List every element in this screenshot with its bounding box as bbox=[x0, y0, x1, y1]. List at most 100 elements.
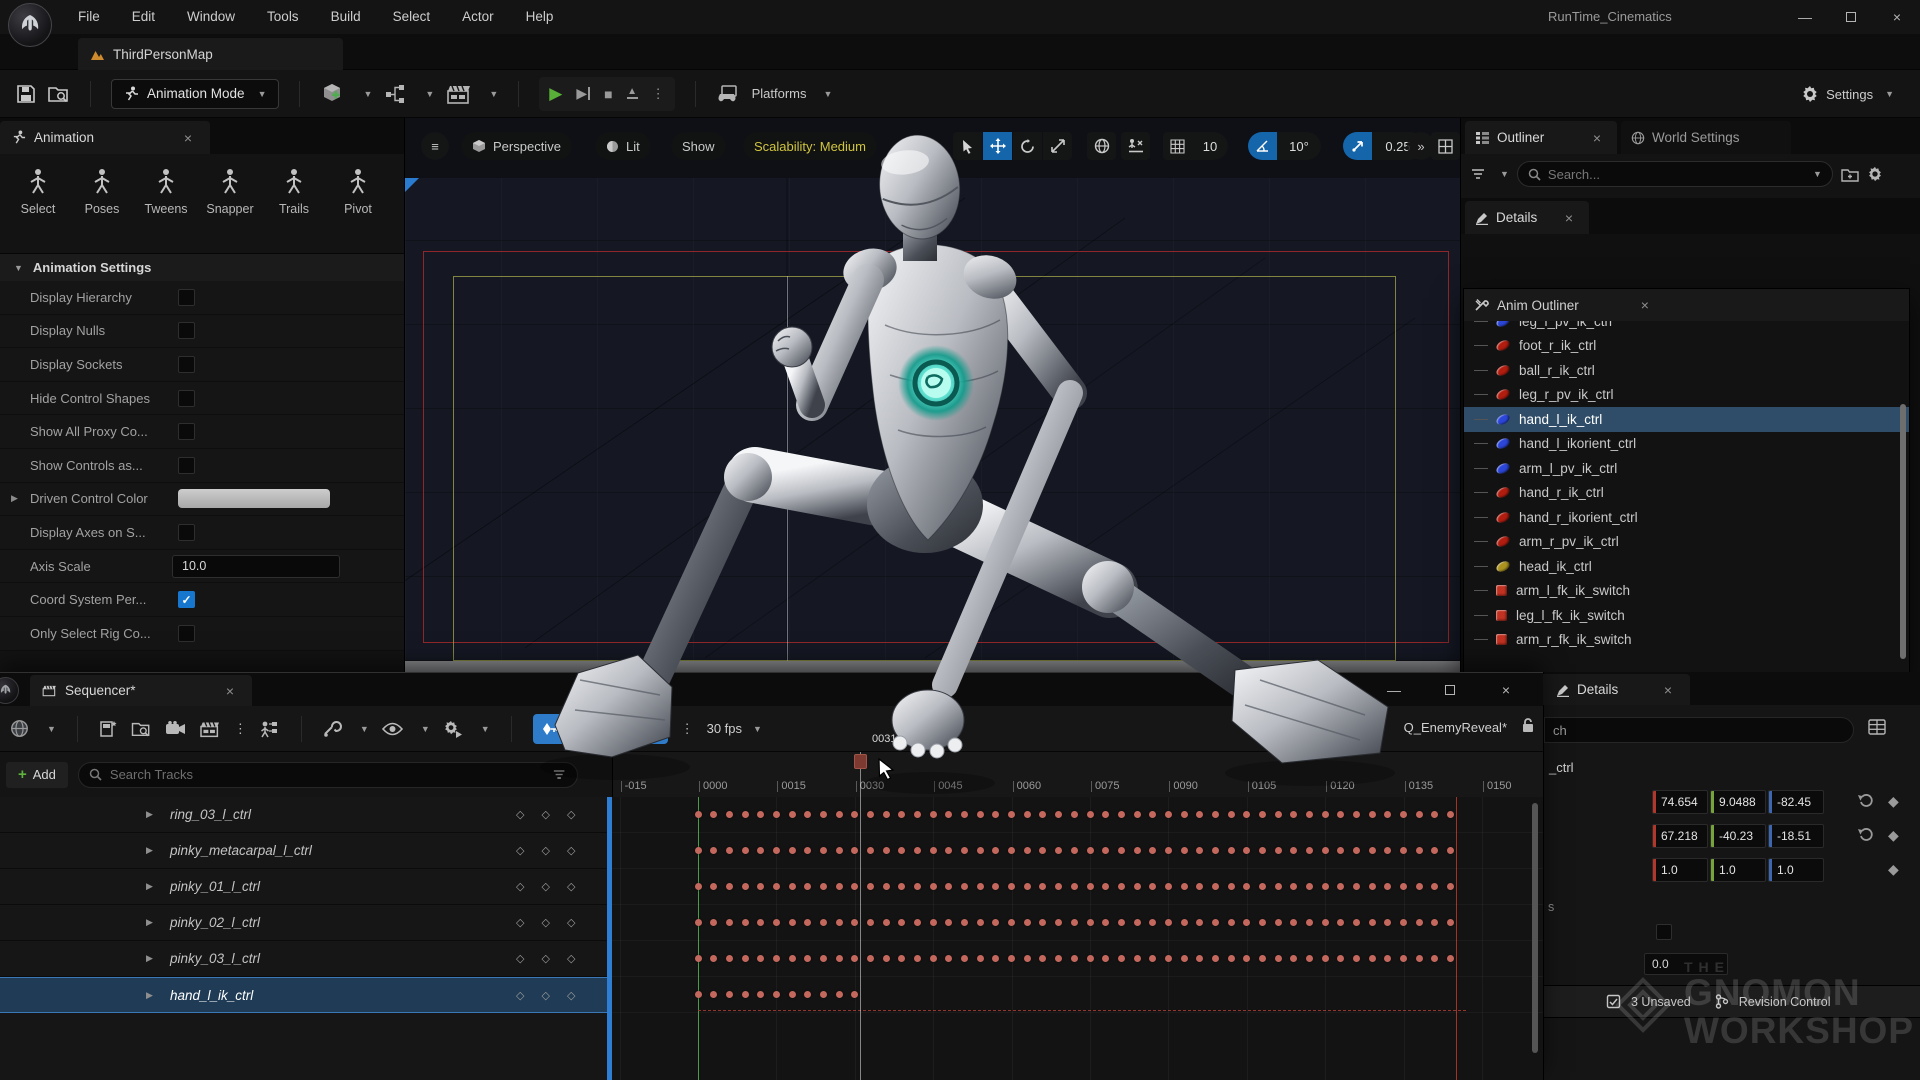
keyframe-dot[interactable] bbox=[883, 955, 890, 962]
anim-outliner-header[interactable]: Anim Outliner × bbox=[1464, 289, 1909, 321]
timeline-ruler[interactable]: -015000000150030004500600075009001050120… bbox=[612, 752, 1543, 797]
keyframe-dot[interactable] bbox=[1228, 847, 1235, 854]
setting-checkbox[interactable]: ✓ bbox=[178, 289, 195, 306]
keyframe-dot[interactable] bbox=[1322, 919, 1329, 926]
keyframe-dot[interactable] bbox=[1275, 919, 1282, 926]
keyframe-dot[interactable] bbox=[1228, 919, 1235, 926]
keyframe-dot[interactable] bbox=[742, 991, 749, 998]
control-row[interactable]: foot_r_ik_ctrl bbox=[1464, 334, 1909, 359]
keyframe-dot[interactable] bbox=[1337, 847, 1344, 854]
expander-icon[interactable]: ▶ bbox=[146, 917, 153, 928]
keyframe-dot[interactable] bbox=[773, 955, 780, 962]
keyframe-dot[interactable] bbox=[1071, 955, 1078, 962]
prev-key-icon[interactable]: ◇ bbox=[516, 844, 524, 857]
add-actor-icon[interactable] bbox=[320, 82, 346, 106]
keyframe-dot[interactable] bbox=[742, 847, 749, 854]
revert-icon[interactable] bbox=[1858, 793, 1874, 807]
world-icon[interactable] bbox=[10, 719, 29, 738]
y-value-field[interactable]: -40.23 bbox=[1710, 824, 1766, 848]
playback-options-icon[interactable] bbox=[443, 720, 463, 738]
keyframe-dot[interactable] bbox=[1400, 811, 1407, 818]
keyframe-dot[interactable] bbox=[898, 955, 905, 962]
close-icon[interactable]: × bbox=[1658, 682, 1678, 698]
play-button[interactable]: ▶ bbox=[549, 84, 562, 104]
surface-snapping-button[interactable] bbox=[1121, 132, 1150, 160]
keyframe-dot[interactable] bbox=[1228, 811, 1235, 818]
track-row[interactable]: ▶ pinky_01_l_ctrl ◇ ◇ ◇ bbox=[0, 869, 612, 905]
keyframe-dot[interactable] bbox=[1384, 847, 1391, 854]
keyframe-dot[interactable] bbox=[1149, 919, 1156, 926]
prev-key-icon[interactable]: ◇ bbox=[516, 989, 524, 1002]
viewport-layout-button[interactable] bbox=[1431, 132, 1460, 160]
keyframe-dot[interactable] bbox=[1259, 883, 1266, 890]
keyframe-dot[interactable] bbox=[1102, 919, 1109, 926]
keyframe-dot[interactable] bbox=[1416, 883, 1423, 890]
animation-tool-button[interactable]: Pivot bbox=[326, 168, 390, 253]
keyframe-dot[interactable] bbox=[710, 955, 717, 962]
keyframe-dot[interactable] bbox=[945, 811, 952, 818]
expander-icon[interactable]: ▶ bbox=[146, 845, 153, 856]
keyframe-dot[interactable] bbox=[820, 847, 827, 854]
keyframe-dot[interactable] bbox=[1008, 919, 1015, 926]
keyframe-dot[interactable] bbox=[836, 991, 843, 998]
keyframe-dot[interactable] bbox=[1290, 919, 1297, 926]
control-row[interactable]: arm_l_fk_ik_switch bbox=[1464, 579, 1909, 604]
keyframe-dot[interactable] bbox=[851, 811, 858, 818]
keyframe-dot[interactable] bbox=[1275, 811, 1282, 818]
world-space-button[interactable] bbox=[1087, 132, 1116, 160]
prev-key-icon[interactable]: ◇ bbox=[516, 952, 524, 965]
keyframe-dot[interactable] bbox=[1416, 955, 1423, 962]
keyframe-dot[interactable] bbox=[1149, 811, 1156, 818]
setting-checkbox[interactable]: ✓ bbox=[178, 625, 195, 642]
keyframe-dot[interactable] bbox=[961, 955, 968, 962]
keyframe-dot[interactable] bbox=[710, 883, 717, 890]
keyframe-dot[interactable] bbox=[1134, 847, 1141, 854]
menu-item[interactable]: Tools bbox=[251, 0, 315, 34]
keyframe-dot[interactable] bbox=[1400, 847, 1407, 854]
keyframe-dot[interactable] bbox=[1243, 955, 1250, 962]
y-value-field[interactable]: 9.0488 bbox=[1710, 790, 1766, 814]
keyframe-lane[interactable] bbox=[612, 977, 1543, 1013]
grid-snap-button[interactable] bbox=[1163, 132, 1192, 160]
unsaved-count[interactable]: 3 Unsaved bbox=[1631, 995, 1691, 1009]
keyframe-dot[interactable] bbox=[1196, 883, 1203, 890]
keyframe-dot[interactable] bbox=[1447, 883, 1454, 890]
keyframe-dot[interactable] bbox=[1337, 883, 1344, 890]
keyframe-dot[interactable] bbox=[1212, 847, 1219, 854]
expander-icon[interactable]: ▶ bbox=[146, 881, 153, 892]
keyframe-dot[interactable] bbox=[1290, 811, 1297, 818]
keyframe-dot[interactable] bbox=[726, 883, 733, 890]
keyframe-dot[interactable] bbox=[1055, 955, 1062, 962]
prev-key-icon[interactable]: ◇ bbox=[516, 808, 524, 821]
keyframe-dot[interactable] bbox=[1024, 955, 1031, 962]
keyframe-dot[interactable] bbox=[1039, 847, 1046, 854]
keyframe-dot[interactable] bbox=[1212, 883, 1219, 890]
keyframe-dot[interactable] bbox=[742, 883, 749, 890]
keyframe-dot[interactable] bbox=[773, 847, 780, 854]
keyframe-dot[interactable] bbox=[1275, 955, 1282, 962]
keyframe-dot[interactable] bbox=[804, 883, 811, 890]
menu-item[interactable]: Build bbox=[315, 0, 377, 34]
keyframe-dot[interactable] bbox=[1196, 811, 1203, 818]
keyframe-dot[interactable] bbox=[1087, 847, 1094, 854]
control-row[interactable]: ball_r_ik_ctrl bbox=[1464, 358, 1909, 383]
keyframe-dot[interactable] bbox=[1196, 919, 1203, 926]
keyframe-dot[interactable] bbox=[757, 883, 764, 890]
keyframe-dot[interactable] bbox=[961, 883, 968, 890]
scale-tool-button[interactable] bbox=[1043, 132, 1072, 160]
tab-details-bottom[interactable]: Details × bbox=[1538, 674, 1690, 705]
keyframe-dot[interactable] bbox=[1134, 883, 1141, 890]
close-icon[interactable]: × bbox=[1559, 210, 1579, 226]
move-tool-button[interactable] bbox=[983, 132, 1012, 160]
keyframe-dot[interactable] bbox=[1165, 811, 1172, 818]
keyframe-dot[interactable] bbox=[883, 847, 890, 854]
keyframe-dot[interactable] bbox=[789, 991, 796, 998]
viewport[interactable]: ≡ Perspective Lit Show Scalability: Medi… bbox=[405, 118, 1460, 674]
keyframe-dot[interactable] bbox=[992, 847, 999, 854]
keyframe-dot[interactable] bbox=[977, 883, 984, 890]
chevron-down-icon[interactable]: ▼ bbox=[47, 724, 56, 734]
keyframe-dot[interactable] bbox=[977, 811, 984, 818]
track-row[interactable]: ▶ pinky_02_l_ctrl ◇ ◇ ◇ bbox=[0, 905, 612, 941]
keyframe-dot[interactable] bbox=[930, 919, 937, 926]
perspective-dropdown[interactable]: Perspective bbox=[461, 132, 572, 160]
